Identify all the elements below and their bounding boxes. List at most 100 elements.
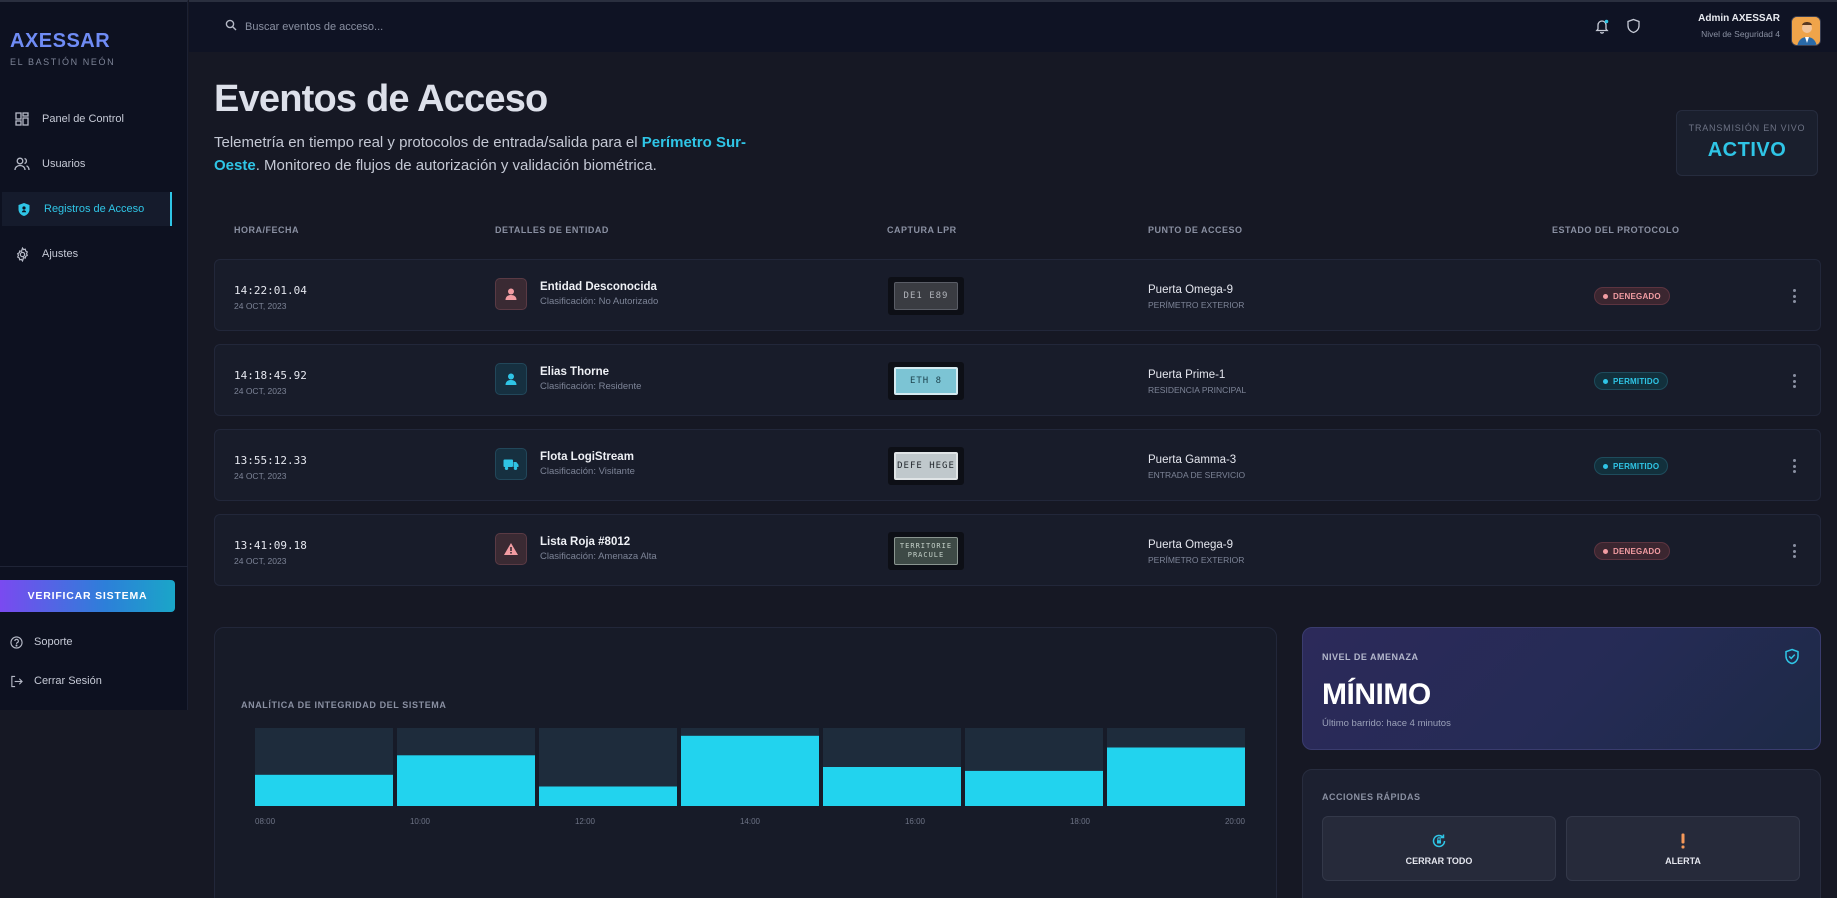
lpr-capture[interactable]: DEFE HEGE bbox=[888, 447, 964, 485]
x-tick-label: 08:00 bbox=[255, 817, 276, 826]
sidebar-item-settings[interactable]: Ajustes bbox=[0, 237, 188, 271]
sidebar: AXESSAR EL BASTIÓN NEÓN Panel de Control… bbox=[0, 0, 188, 710]
avatar[interactable] bbox=[1791, 16, 1821, 46]
access-point: Puerta Prime-1 RESIDENCIA PRINCIPAL bbox=[1148, 369, 1246, 395]
verify-system-button[interactable]: VERIFICAR SISTEMA bbox=[0, 580, 175, 612]
column-header: ESTADO DEL PROTOCOLO bbox=[1552, 225, 1680, 235]
more-options-icon[interactable] bbox=[1789, 541, 1799, 561]
brand-subtitle: EL BASTIÓN NEÓN bbox=[10, 57, 116, 67]
column-header: DETALLES DE ENTIDAD bbox=[495, 225, 609, 235]
sidebar-item-access-logs[interactable]: Registros de Acceso bbox=[2, 192, 172, 226]
access-point: Puerta Omega-9 PERÍMETRO EXTERIOR bbox=[1148, 284, 1244, 310]
support-label: Soporte bbox=[34, 636, 73, 648]
status-badge: DENEGADO bbox=[1594, 287, 1670, 305]
lpr-capture[interactable]: ETH 8 bbox=[888, 362, 964, 400]
status-dot bbox=[1603, 378, 1608, 384]
notification-bell-icon[interactable] bbox=[1594, 18, 1610, 39]
status-dot bbox=[1603, 548, 1608, 554]
chart-bar[interactable] bbox=[1107, 747, 1245, 807]
entity-details: Entidad Desconocida Clasificación: No Au… bbox=[495, 278, 658, 310]
time-value: 13:41:09.18 bbox=[234, 539, 307, 552]
date-value: 24 OCT, 2023 bbox=[234, 301, 287, 311]
access-point: Puerta Gamma-3 ENTRADA DE SERVICIO bbox=[1148, 454, 1245, 480]
users-icon bbox=[14, 156, 30, 172]
access-point-zone: PERÍMETRO EXTERIOR bbox=[1148, 300, 1245, 310]
chart-bar[interactable] bbox=[397, 755, 535, 806]
x-tick-label: 12:00 bbox=[575, 817, 596, 826]
close-all-button[interactable]: CERRAR TODO bbox=[1322, 816, 1556, 881]
support-link[interactable]: Soporte bbox=[10, 635, 73, 649]
chart-bar[interactable] bbox=[681, 735, 819, 806]
user-level: Nivel de Seguridad 4 bbox=[1701, 29, 1780, 39]
logout-link[interactable]: Cerrar Sesión bbox=[10, 674, 102, 688]
topbar: Admin AXESSAR Nivel de Seguridad 4 bbox=[189, 0, 1837, 52]
shield-icon bbox=[16, 201, 32, 217]
sidebar-item-users[interactable]: Usuarios bbox=[0, 147, 188, 181]
search-bar bbox=[225, 18, 545, 36]
person-icon bbox=[495, 278, 527, 310]
person-icon bbox=[495, 363, 527, 395]
search-icon bbox=[225, 18, 237, 36]
table-row[interactable]: 13:55:12.33 24 OCT, 2023 Flota LogiStrea… bbox=[214, 429, 1821, 501]
table-row[interactable]: 14:22:01.04 24 OCT, 2023 Entidad Descono… bbox=[214, 259, 1821, 331]
license-plate: ETH 8 bbox=[894, 367, 958, 395]
event-time: 13:41:09.18 24 OCT, 2023 bbox=[234, 539, 307, 566]
chart-bar[interactable] bbox=[823, 767, 961, 806]
access-point-zone: RESIDENCIA PRINCIPAL bbox=[1148, 385, 1247, 395]
lpr-capture[interactable]: TERRITORIE PRACULE bbox=[888, 532, 964, 570]
user-name: Admin AXESSAR bbox=[1698, 13, 1780, 24]
access-point: Puerta Omega-9 PERÍMETRO EXTERIOR bbox=[1148, 539, 1244, 565]
desc-text-end: . Monitoreo de flujos de autorización y … bbox=[255, 157, 657, 174]
brand: AXESSAR EL BASTIÓN NEÓN bbox=[10, 30, 115, 67]
desc-text: Telemetría en tiempo real y protocolos d… bbox=[214, 134, 642, 151]
threat-level-card: NIVEL DE AMENAZA MÍNIMO Último barrido: … bbox=[1302, 627, 1821, 750]
live-stream-status: TRANSMISIÓN EN VIVO ACTIVO bbox=[1676, 110, 1818, 176]
event-time: 14:18:45.92 24 OCT, 2023 bbox=[234, 369, 307, 396]
time-value: 13:55:12.33 bbox=[234, 454, 307, 467]
table-row[interactable]: 13:41:09.18 24 OCT, 2023 Lista Roja #801… bbox=[214, 514, 1821, 586]
access-point-name: Puerta Omega-9 bbox=[1148, 539, 1234, 551]
access-point-name: Puerta Omega-9 bbox=[1148, 284, 1234, 296]
help-icon bbox=[10, 635, 24, 649]
security-shield-icon[interactable] bbox=[1626, 18, 1641, 39]
lock-reset-icon bbox=[1431, 832, 1447, 850]
license-plate: TERRITORIE PRACULE bbox=[894, 537, 958, 565]
more-options-icon[interactable] bbox=[1789, 286, 1799, 306]
alert-button[interactable]: ALERTA bbox=[1566, 816, 1800, 881]
sidebar-item-label: Registros de Acceso bbox=[44, 203, 145, 215]
quick-actions-card: ACCIONES RÁPIDAS CERRAR TODO ALERTA bbox=[1302, 769, 1821, 898]
x-tick-label: 18:00 bbox=[1070, 817, 1091, 826]
license-plate: DE1 E89 bbox=[894, 282, 958, 310]
sidebar-item-label: Panel de Control bbox=[42, 113, 124, 125]
chart-bar[interactable] bbox=[539, 786, 677, 807]
sidebar-nav: Panel de Control Usuarios Registros de A… bbox=[0, 102, 188, 282]
entity-classification: Clasificación: Amenaza Alta bbox=[540, 551, 657, 562]
entity-details: Flota LogiStream Clasificación: Visitant… bbox=[495, 448, 635, 480]
status-dot bbox=[1603, 293, 1608, 299]
sidebar-item-label: Ajustes bbox=[42, 248, 79, 260]
table-row[interactable]: 14:18:45.92 24 OCT, 2023 Elias Thorne Cl… bbox=[214, 344, 1821, 416]
more-options-icon[interactable] bbox=[1789, 456, 1799, 476]
entity-name: Flota LogiStream bbox=[540, 451, 634, 463]
access-point-name: Puerta Gamma-3 bbox=[1148, 454, 1237, 466]
more-options-icon[interactable] bbox=[1789, 371, 1799, 391]
entity-details: Lista Roja #8012 Clasificación: Amenaza … bbox=[495, 533, 657, 565]
chart-bar[interactable] bbox=[255, 774, 393, 806]
live-value: ACTIVO bbox=[1707, 139, 1787, 161]
status-label: PERMITIDO bbox=[1613, 461, 1660, 471]
access-point-zone: PERÍMETRO EXTERIOR bbox=[1148, 555, 1245, 565]
entity-classification: Clasificación: No Autorizado bbox=[540, 296, 659, 307]
exclamation-icon bbox=[1680, 832, 1686, 850]
column-header: PUNTO DE ACCESO bbox=[1148, 225, 1243, 235]
lpr-capture[interactable]: DE1 E89 bbox=[888, 277, 964, 315]
search-input[interactable] bbox=[245, 21, 545, 33]
alert-label: ALERTA bbox=[1665, 855, 1701, 866]
sidebar-item-panel[interactable]: Panel de Control bbox=[0, 102, 188, 136]
access-point-name: Puerta Prime-1 bbox=[1148, 369, 1226, 381]
live-label: TRANSMISIÓN EN VIVO bbox=[1688, 123, 1806, 133]
chart-bar[interactable] bbox=[965, 770, 1103, 806]
date-value: 24 OCT, 2023 bbox=[234, 556, 287, 566]
date-value: 24 OCT, 2023 bbox=[234, 471, 287, 481]
entity-classification: Clasificación: Residente bbox=[540, 381, 642, 392]
x-tick-label: 20:00 bbox=[1225, 817, 1246, 826]
